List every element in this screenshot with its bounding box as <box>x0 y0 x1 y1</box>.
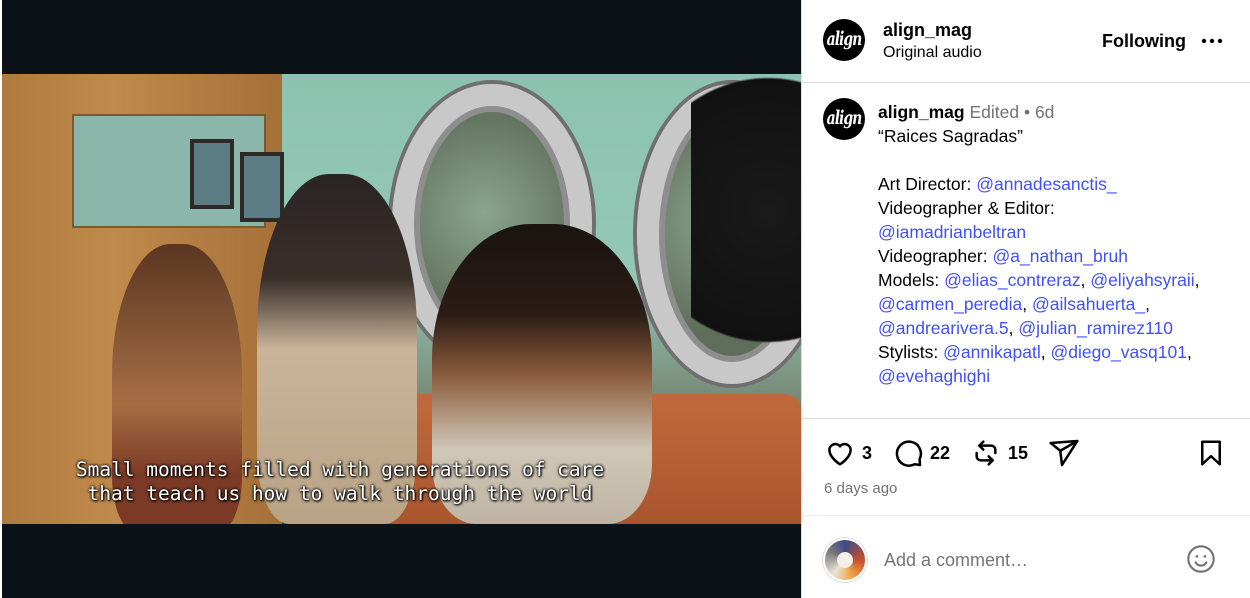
following-button[interactable]: Following <box>1102 31 1186 52</box>
more-options-button[interactable] <box>1200 28 1224 58</box>
mention-link[interactable]: @ailsahuerta_ <box>1032 294 1145 314</box>
mention-link[interactable]: @iamadrianbeltran <box>878 222 1026 242</box>
mention-link[interactable]: @annikapatl <box>943 342 1041 362</box>
user-avatar[interactable] <box>823 538 867 582</box>
bookmark-icon <box>1201 440 1221 466</box>
caption-avatar[interactable]: align <box>823 98 865 140</box>
credit-stylists: Stylists: @annikapatl, @diego_vasq101, <box>878 342 1192 362</box>
post-age[interactable]: 6d <box>1035 102 1054 122</box>
edited-label: Edited <box>969 102 1020 122</box>
mention-link[interactable]: @andrearivera.5 <box>878 318 1009 338</box>
mention-link[interactable]: @eliyahsyraii <box>1090 270 1194 290</box>
mention-link[interactable]: @carmen_peredia <box>878 294 1022 314</box>
scene-shadow <box>691 74 801 414</box>
post-caption: align_mag Edited • 6d “Raices Sagradas” … <box>878 100 1243 388</box>
credit-label: Stylists: <box>878 342 944 362</box>
credit-art-director: Art Director: @annadesanctis_ <box>878 172 1243 196</box>
comment-input[interactable] <box>884 548 1174 572</box>
repost-icon <box>975 440 997 466</box>
comment-count: 22 <box>930 442 951 463</box>
comment-icon <box>895 440 923 467</box>
mention-link[interactable]: @a_nathan_bruh <box>993 246 1129 266</box>
divider <box>802 515 1250 516</box>
action-bar: 3 22 15 <box>824 437 1229 471</box>
credit-label: Videographer & Editor: <box>878 198 1055 218</box>
caption-header: align_mag Edited • 6d <box>878 100 1243 124</box>
mention-link[interactable]: @elias_contreraz <box>944 270 1080 290</box>
video-player[interactable]: Small moments filled with generations of… <box>2 0 801 598</box>
repost-button[interactable]: 15 <box>970 437 1028 469</box>
share-button[interactable] <box>1048 437 1080 469</box>
post-header: align align_mag Original audio Following <box>802 0 1250 83</box>
save-button[interactable] <box>1196 437 1226 469</box>
avatar-logo: align <box>826 108 863 130</box>
like-button[interactable]: 3 <box>824 437 872 469</box>
credit-models: Models: @elias_contreraz, @eliyahsyraii, <box>878 270 1200 290</box>
subtitle-line: that teach us how to walk through the wo… <box>87 482 593 505</box>
meta-dot: • <box>1023 102 1031 122</box>
more-icon <box>1201 38 1223 44</box>
emoji-button[interactable] <box>1185 543 1217 580</box>
comment-composer <box>802 530 1250 590</box>
mention-link[interactable]: @annadesanctis_ <box>976 174 1116 194</box>
caption-username[interactable]: align_mag <box>878 102 965 122</box>
divider <box>802 418 1250 419</box>
audio-link[interactable]: Original audio <box>883 44 982 62</box>
header-username[interactable]: align_mag <box>883 20 972 41</box>
avatar[interactable]: align <box>823 19 865 61</box>
scene-picture-frame <box>240 152 284 222</box>
mention-link[interactable]: @julian_ramirez110 <box>1018 318 1173 338</box>
avatar-logo: align <box>826 29 863 51</box>
credit-label: Videographer: <box>878 246 993 266</box>
post-panel: align align_mag Original audio Following… <box>801 0 1250 598</box>
caption-title: “Raices Sagradas” <box>878 126 1023 146</box>
credit-label: Models: <box>878 270 945 290</box>
comment-button[interactable]: 22 <box>892 437 950 469</box>
mention-link[interactable]: @diego_vasq101 <box>1050 342 1186 362</box>
subtitle-line: Small moments filled with generations of… <box>75 458 605 481</box>
like-count: 3 <box>862 442 873 463</box>
video-frame[interactable]: Small moments filled with generations of… <box>2 74 801 524</box>
heart-icon <box>828 442 852 466</box>
post-timestamp[interactable]: 6 days ago <box>824 480 897 497</box>
mention-link[interactable]: @evehaghighi <box>878 366 990 386</box>
credit-label: Art Director: <box>878 174 977 194</box>
repost-count: 15 <box>1008 442 1029 463</box>
send-icon <box>1049 439 1079 467</box>
credit-videographer: Videographer: @a_nathan_bruh <box>878 244 1243 268</box>
emoji-icon <box>1187 545 1215 573</box>
video-subtitles: Small moments filled with generations of… <box>2 458 678 506</box>
scene-picture-frame <box>190 139 234 209</box>
